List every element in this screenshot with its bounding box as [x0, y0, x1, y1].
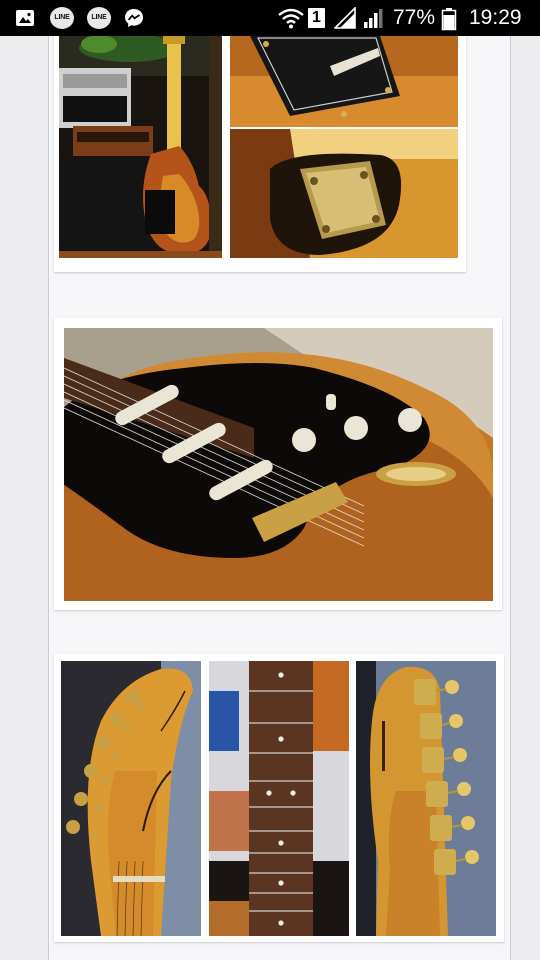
photo-card: [54, 36, 466, 272]
photo-headstock-back[interactable]: [356, 661, 496, 936]
photo-guitar-body-front[interactable]: [64, 328, 493, 601]
signal-strength-icon: [362, 7, 384, 29]
gallery-icon: [14, 7, 36, 29]
line-icon: LINE: [87, 7, 111, 29]
clock: 19:29: [469, 6, 522, 29]
status-bar: LINE LINE 1 77% 19:29: [0, 0, 540, 36]
photo-tremolo-cover-plate[interactable]: [230, 36, 458, 127]
line-icon: LINE: [50, 7, 74, 29]
line-label: LINE: [91, 14, 107, 21]
battery-icon: [441, 7, 457, 31]
messenger-icon: [123, 7, 145, 29]
photo-card: [54, 318, 502, 610]
battery-percentage: 77%: [393, 6, 436, 29]
photo-headstock-front[interactable]: [61, 661, 201, 936]
photo-amp-and-guitar-back[interactable]: [59, 36, 222, 258]
photo-neck-plate[interactable]: [230, 129, 458, 258]
wifi-icon: [278, 7, 304, 29]
sim-slot-badge: 1: [308, 8, 325, 28]
line-label: LINE: [54, 14, 70, 21]
photo-fretboard[interactable]: [209, 661, 349, 936]
signal-strength-icon: [333, 6, 356, 29]
web-page[interactable]: [0, 36, 540, 960]
photo-card: [54, 654, 504, 942]
